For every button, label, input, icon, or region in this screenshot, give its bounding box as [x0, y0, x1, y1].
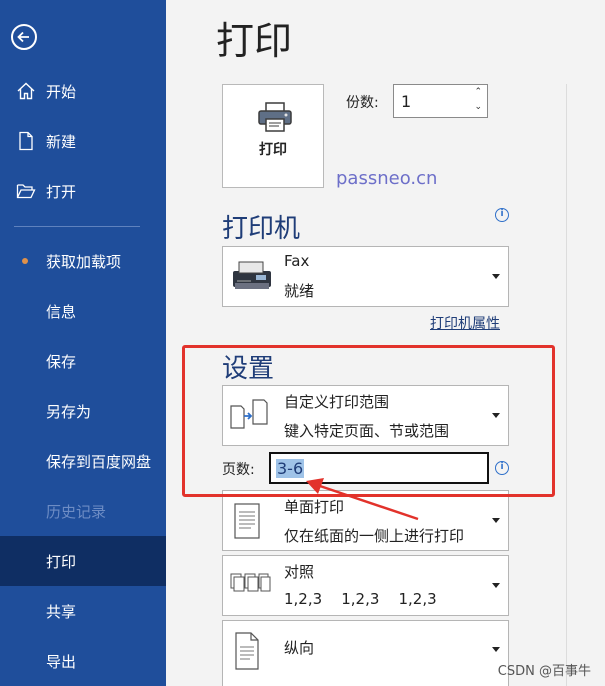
footer-watermark: CSDN @百事牛 [497, 664, 591, 679]
highlight-arrow [306, 478, 419, 521]
